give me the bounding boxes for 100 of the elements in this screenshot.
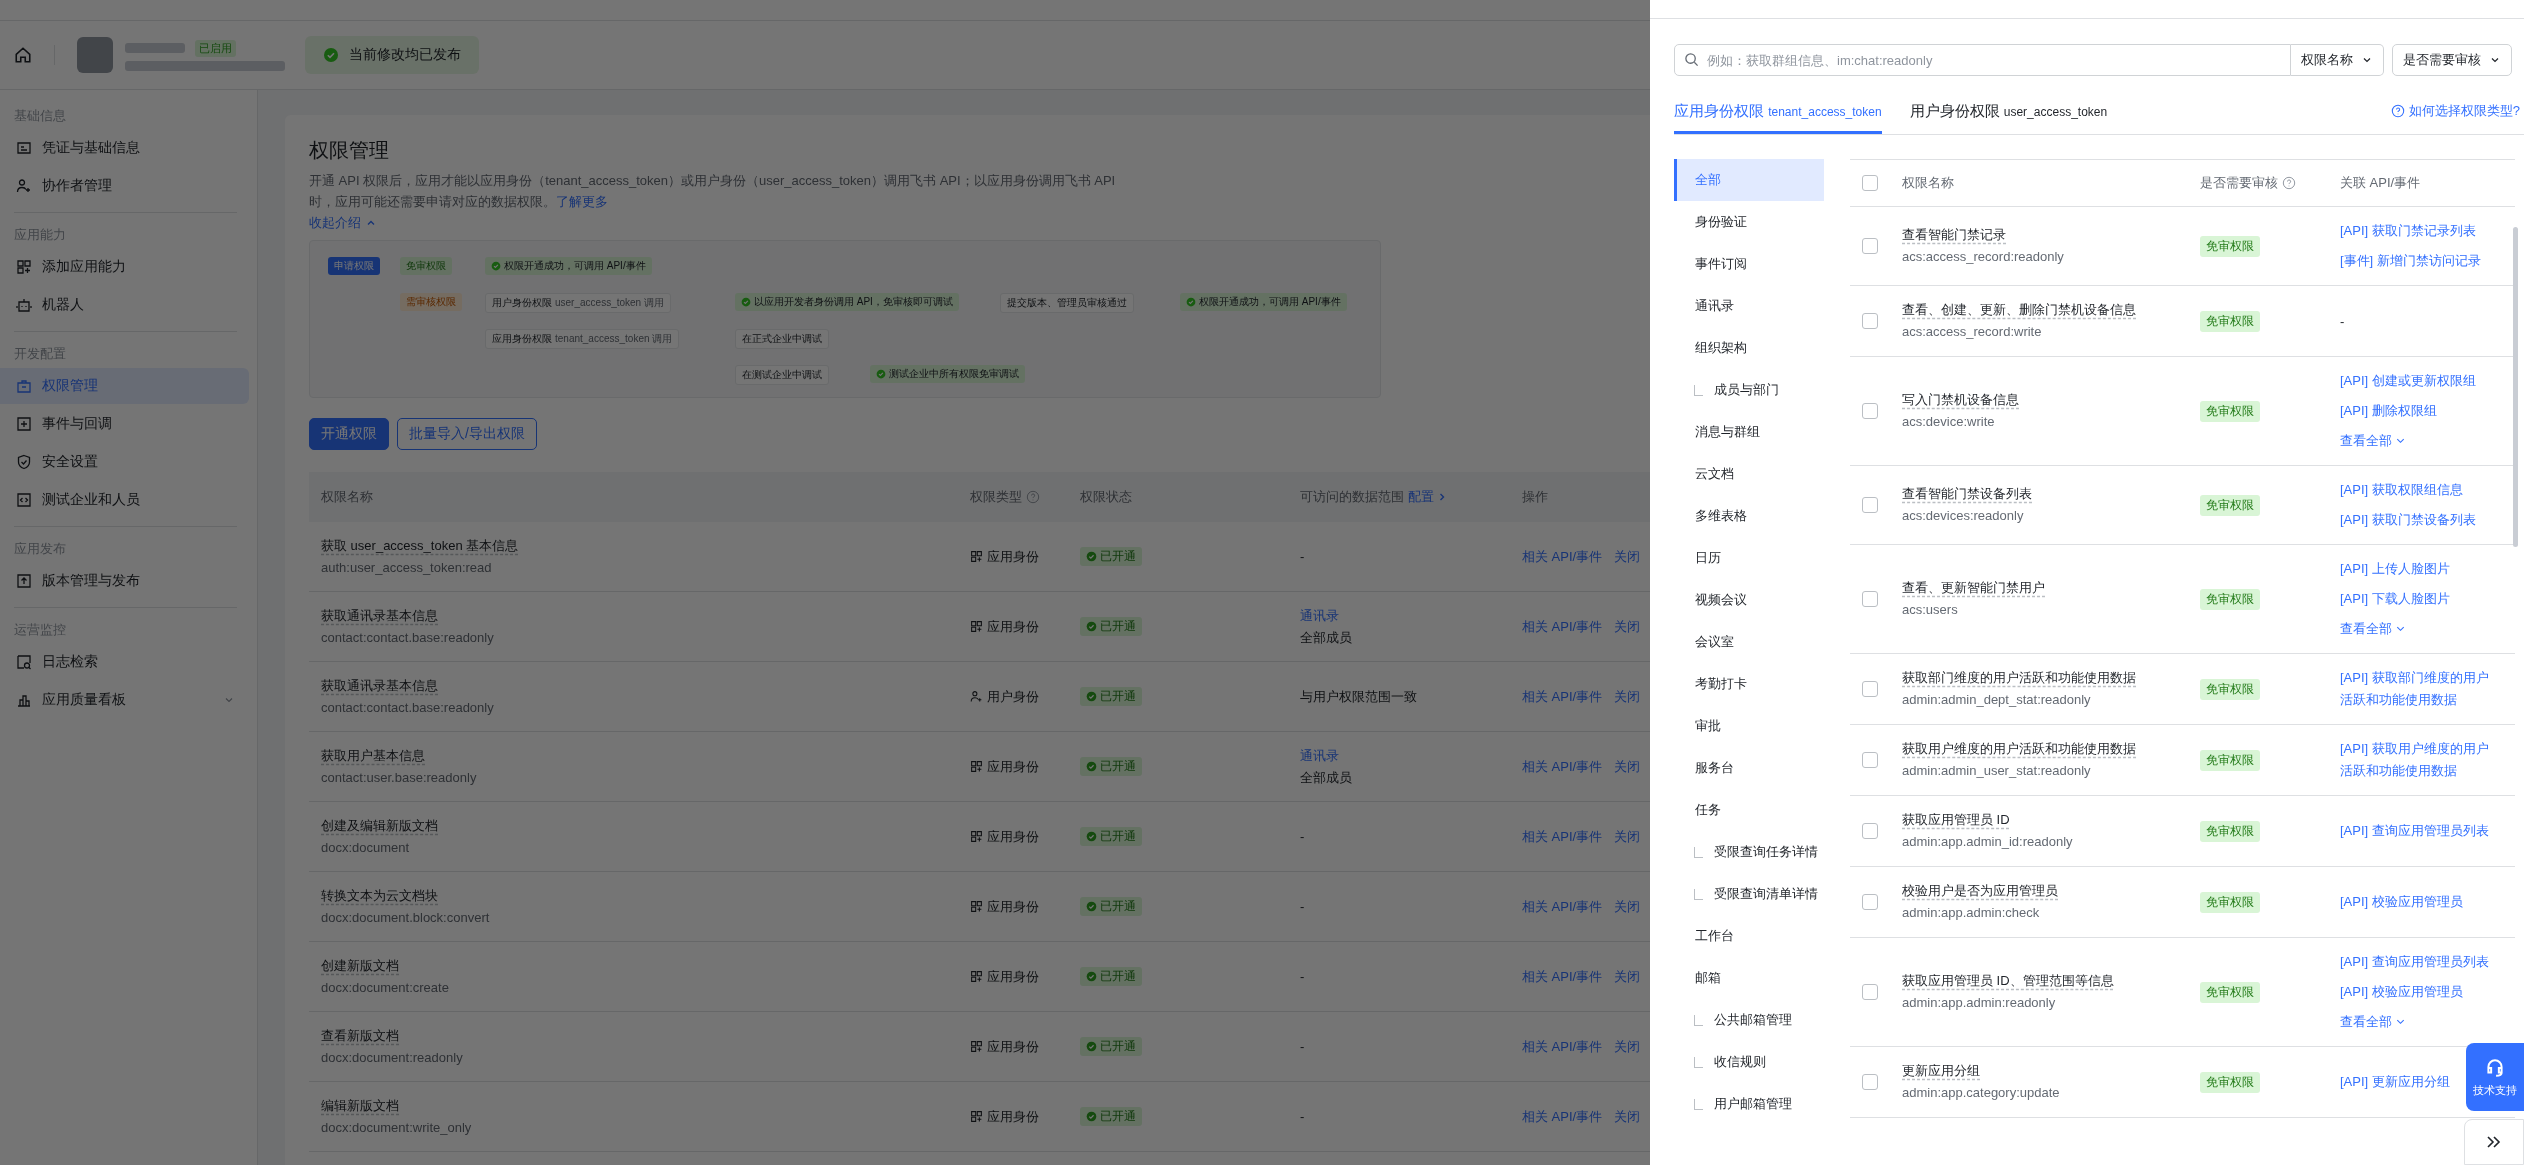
api-link[interactable]: [API] 创建或更新权限组 <box>2340 370 2476 392</box>
scrollbar[interactable] <box>2513 227 2518 547</box>
subcategory-item[interactable]: 受限查询任务详情 <box>1703 831 1818 873</box>
row-action-link[interactable]: 关闭 <box>1614 897 1641 916</box>
row-checkbox[interactable] <box>1862 752 1878 768</box>
tab[interactable]: 用户身份权限 user_access_token <box>1909 102 2108 134</box>
api-link[interactable]: [API] 删除权限组 <box>2340 400 2437 422</box>
sidebar-item[interactable]: 安全设置 <box>0 444 249 480</box>
row-checkbox[interactable] <box>1862 894 1878 910</box>
action-button[interactable]: 批量导入/导出权限 <box>397 418 537 450</box>
category-item[interactable]: 事件订阅 <box>1674 243 1824 285</box>
subcategory-item[interactable]: 公共邮箱管理 <box>1703 999 1818 1041</box>
row-action-link[interactable]: 关闭 <box>1614 1037 1641 1056</box>
category-item[interactable]: 全部 <box>1674 159 1824 201</box>
help-icon[interactable] <box>2282 176 2296 190</box>
row-action-link[interactable]: 关闭 <box>1614 687 1641 706</box>
category-item[interactable]: 云文档 <box>1674 453 1824 495</box>
view-all-link[interactable]: 查看全部 <box>2340 1011 2406 1033</box>
category-item[interactable]: 组织架构 <box>1674 327 1824 369</box>
sidebar-item[interactable]: 日志检索 <box>0 644 249 680</box>
category-item[interactable]: 身份验证 <box>1674 201 1824 243</box>
subcategory-item[interactable]: 用户邮箱管理 <box>1703 1083 1818 1125</box>
home-icon[interactable] <box>14 46 32 64</box>
learn-more-link[interactable]: 了解更多 <box>556 194 608 209</box>
api-link[interactable]: [API] 获取门禁设备列表 <box>2340 509 2476 531</box>
category-item[interactable]: 视频会议 <box>1674 579 1824 621</box>
row-checkbox[interactable] <box>1862 238 1878 254</box>
api-link[interactable]: [API] 获取权限组信息 <box>2340 479 2463 501</box>
api-link[interactable]: [API] 查询应用管理员列表 <box>2340 820 2489 842</box>
api-link[interactable]: [API] 校验应用管理员 <box>2340 981 2463 1003</box>
row-action-link[interactable]: 相关 API/事件 <box>1522 547 1603 566</box>
row-action-link[interactable]: 相关 API/事件 <box>1522 1037 1603 1056</box>
row-action-link[interactable]: 关闭 <box>1614 967 1641 986</box>
category-item[interactable]: 邮箱 <box>1674 957 1824 999</box>
row-action-link[interactable]: 相关 API/事件 <box>1522 757 1603 776</box>
search-field[interactable]: 例如：获取群组信息、im:chat:readonly <box>1674 44 2291 76</box>
row-checkbox[interactable] <box>1862 1074 1878 1090</box>
sidebar-item[interactable]: 应用质量看板 <box>0 682 249 718</box>
subcategory-item[interactable]: 受限查询清单详情 <box>1703 873 1818 915</box>
row-checkbox[interactable] <box>1862 403 1878 419</box>
row-action-link[interactable]: 关闭 <box>1614 617 1641 636</box>
sidebar-item[interactable]: 协作者管理 <box>0 168 249 204</box>
category-item[interactable]: 通讯录 <box>1674 285 1824 327</box>
row-action-link[interactable]: 相关 API/事件 <box>1522 967 1603 986</box>
category-item[interactable]: 工作台 <box>1674 915 1824 957</box>
sidebar-item[interactable]: 测试企业和人员 <box>0 482 249 518</box>
subcategory-item[interactable]: 收信规则 <box>1703 1041 1818 1083</box>
category-item[interactable]: 考勤打卡 <box>1674 663 1824 705</box>
row-action-link[interactable]: 关闭 <box>1614 547 1641 566</box>
row-action-link[interactable]: 相关 API/事件 <box>1522 687 1603 706</box>
row-checkbox[interactable] <box>1862 823 1878 839</box>
api-link[interactable]: [API] 获取用户维度的用户活跃和功能使用数据 <box>2340 738 2495 782</box>
category-item[interactable]: 日历 <box>1674 537 1824 579</box>
collapse-panel-button[interactable] <box>2464 1119 2524 1165</box>
view-all-link[interactable]: 查看全部 <box>2340 618 2406 640</box>
support-button[interactable]: 技术支持 <box>2466 1043 2524 1111</box>
row-checkbox[interactable] <box>1862 313 1878 329</box>
select-all-checkbox[interactable] <box>1862 175 1878 191</box>
row-action-link[interactable]: 关闭 <box>1614 757 1641 776</box>
row-checkbox[interactable] <box>1862 591 1878 607</box>
category-item[interactable]: 审批 <box>1674 705 1824 747</box>
category-item[interactable]: 服务台 <box>1674 747 1824 789</box>
category-item[interactable]: 任务 <box>1674 789 1824 831</box>
scope-link[interactable]: 通讯录 <box>1300 744 1510 767</box>
row-checkbox[interactable] <box>1862 984 1878 1000</box>
api-link[interactable]: [API] 更新应用分组 <box>2340 1071 2450 1093</box>
category-item[interactable]: 多维表格 <box>1674 495 1824 537</box>
api-link[interactable]: [API] 校验应用管理员 <box>2340 891 2463 913</box>
scope-link[interactable]: 通讯录 <box>1300 604 1510 627</box>
row-action-link[interactable]: 关闭 <box>1614 827 1641 846</box>
row-action-link[interactable]: 相关 API/事件 <box>1522 897 1603 916</box>
filter-dropdown[interactable]: 是否需要审核 <box>2392 44 2512 76</box>
help-link[interactable]: 如何选择权限类型? <box>2390 102 2520 120</box>
row-action-link[interactable]: 相关 API/事件 <box>1522 617 1603 636</box>
sidebar-item[interactable]: 版本管理与发布 <box>0 563 249 599</box>
api-link[interactable]: [API] 上传人脸图片 <box>2340 558 2450 580</box>
category-item[interactable]: 消息与群组 <box>1674 411 1824 453</box>
configure-link[interactable]: 配置 <box>1408 488 1448 506</box>
filter-dropdown[interactable]: 权限名称 <box>2291 44 2384 76</box>
help-icon[interactable] <box>1026 490 1040 504</box>
sidebar-item[interactable]: 凭证与基础信息 <box>0 130 249 166</box>
category-item[interactable]: 会议室 <box>1674 621 1824 663</box>
sidebar-item[interactable]: 事件与回调 <box>0 406 249 442</box>
sidebar-item[interactable]: 添加应用能力 <box>0 249 249 285</box>
api-link[interactable]: [API] 查询应用管理员列表 <box>2340 951 2489 973</box>
action-button[interactable]: 开通权限 <box>309 418 389 450</box>
tab[interactable]: 应用身份权限 tenant_access_token <box>1674 102 1882 134</box>
api-link[interactable]: [API] 下载人脸图片 <box>2340 588 2450 610</box>
row-action-link[interactable]: 相关 API/事件 <box>1522 1107 1603 1126</box>
sidebar-item[interactable]: 机器人 <box>0 287 249 323</box>
collapse-intro-link[interactable]: 收起介绍 <box>309 214 377 232</box>
api-link[interactable]: [API] 获取门禁记录列表 <box>2340 220 2476 242</box>
subcategory-item[interactable]: 成员与部门 <box>1703 369 1818 411</box>
row-action-link[interactable]: 关闭 <box>1614 1107 1641 1126</box>
row-action-link[interactable]: 相关 API/事件 <box>1522 827 1603 846</box>
sidebar-item[interactable]: 权限管理 <box>0 368 249 404</box>
api-link[interactable]: [事件] 新增门禁访问记录 <box>2340 250 2481 272</box>
view-all-link[interactable]: 查看全部 <box>2340 430 2406 452</box>
row-checkbox[interactable] <box>1862 681 1878 697</box>
row-checkbox[interactable] <box>1862 497 1878 513</box>
